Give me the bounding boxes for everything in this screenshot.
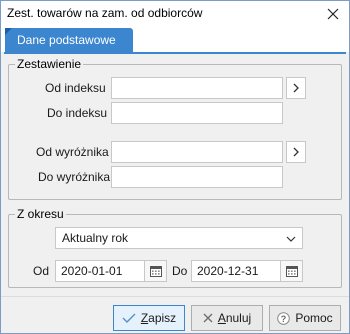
button-bar: Zapisz Anuluj ? Pomoc (1, 296, 349, 333)
tab-label: Dane podstawowe (17, 33, 116, 47)
chevron-down-icon (284, 232, 298, 246)
do-indeksu-input[interactable] (111, 102, 283, 124)
cancel-button[interactable]: Anuluj (191, 305, 263, 331)
do-date-field[interactable]: 2020-12-31 (191, 260, 303, 282)
okres-group: Z okresu Aktualny rok Od 2020-01-01 Do 2… (8, 207, 342, 288)
od-date-value: 2020-01-01 (61, 264, 123, 278)
cancel-x-icon (203, 313, 213, 323)
do-date-label: Do (172, 264, 188, 278)
tab-strip: Dane podstawowe (1, 27, 349, 52)
help-question-icon: ? (277, 311, 291, 325)
od-indeksu-select-button[interactable] (286, 77, 306, 99)
period-select[interactable]: Aktualny rok (55, 227, 303, 249)
od-indeksu-label: Od indeksu (45, 81, 106, 95)
tab-dane-podstawowe[interactable]: Dane podstawowe (5, 28, 133, 52)
calendar-icon[interactable] (280, 261, 302, 281)
do-wyroznika-label: Do wyróżnika (38, 170, 111, 184)
calendar-icon[interactable] (144, 261, 166, 281)
cancel-button-label: Anuluj (217, 311, 252, 325)
do-indeksu-label: Do indeksu (47, 106, 108, 120)
save-button-label: Zapisz (140, 311, 177, 325)
od-wyroznika-input[interactable] (111, 141, 283, 163)
okres-legend: Z okresu (15, 207, 66, 221)
zestawienie-legend: Zestawienie (15, 57, 84, 71)
od-wyroznika-label: Od wyróżnika (36, 145, 109, 159)
chevron-right-icon (293, 147, 299, 157)
help-button-label: Pomoc (295, 311, 333, 325)
od-date-label: Od (33, 264, 50, 278)
od-wyroznika-select-button[interactable] (286, 141, 306, 163)
dialog-window: Zest. towarów na zam. od odbiorców Dane … (0, 0, 350, 334)
title-bar: Zest. towarów na zam. od odbiorców (1, 1, 349, 27)
do-date-value: 2020-12-31 (197, 264, 259, 278)
svg-text:?: ? (281, 313, 287, 323)
close-button[interactable] (323, 4, 343, 24)
save-button[interactable]: Zapisz (113, 305, 185, 331)
tab-content: Zestawienie Od indeksu Do indeksu Od wyr… (4, 52, 346, 294)
period-select-value: Aktualny rok (62, 231, 129, 245)
do-wyroznika-input[interactable] (111, 166, 283, 188)
zestawienie-group: Zestawienie Od indeksu Do indeksu Od wyr… (8, 57, 342, 200)
od-indeksu-input[interactable] (111, 77, 283, 99)
window-title: Zest. towarów na zam. od odbiorców (7, 6, 203, 20)
close-icon (327, 8, 339, 20)
chevron-right-icon (293, 83, 299, 93)
od-date-field[interactable]: 2020-01-01 (55, 260, 167, 282)
help-button[interactable]: ? Pomoc (269, 305, 341, 331)
checkmark-icon (122, 313, 136, 323)
